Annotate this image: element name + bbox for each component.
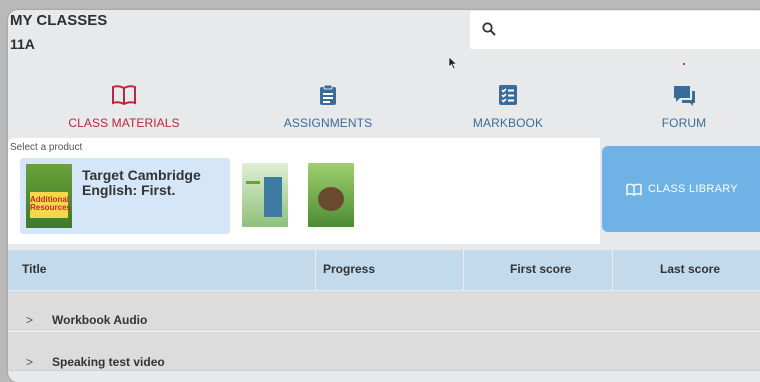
page-title: MY CLASSES bbox=[10, 12, 108, 29]
column-divider bbox=[463, 250, 464, 290]
tab-label: MARKBOOK bbox=[472, 116, 544, 130]
chevron-right-icon[interactable]: > bbox=[26, 355, 33, 369]
column-header-title[interactable]: Title bbox=[22, 262, 46, 276]
select-product-label: Select a product bbox=[10, 142, 83, 153]
chat-icon bbox=[674, 86, 695, 106]
class-name: 11A bbox=[10, 36, 35, 52]
notification-dot bbox=[683, 63, 685, 65]
cover-decoration bbox=[246, 181, 260, 184]
column-header-last-score[interactable]: Last score bbox=[660, 262, 720, 276]
product-name: Target Cambridge English: First. bbox=[82, 167, 201, 198]
cover-decoration bbox=[264, 177, 282, 217]
column-divider bbox=[315, 250, 316, 290]
table-header bbox=[8, 250, 760, 290]
column-divider bbox=[612, 250, 613, 290]
product-cover-image: Additional Resources bbox=[26, 164, 72, 228]
column-header-progress[interactable]: Progress bbox=[323, 262, 375, 276]
tab-markbook[interactable]: MARKBOOK bbox=[418, 82, 598, 130]
tab-class-materials[interactable]: CLASS MATERIALS bbox=[34, 82, 214, 130]
search-input[interactable] bbox=[470, 11, 760, 49]
tab-label: ASSIGNMENTS bbox=[283, 116, 373, 130]
clipboard-icon bbox=[320, 84, 336, 105]
row-title: Speaking test video bbox=[52, 355, 165, 369]
book-icon bbox=[626, 183, 642, 196]
product-cover-2[interactable] bbox=[242, 163, 288, 227]
row-title: Workbook Audio bbox=[52, 313, 148, 327]
column-header-first-score[interactable]: First score bbox=[510, 262, 571, 276]
class-library-button[interactable]: CLASS LIBRARY bbox=[602, 146, 760, 232]
class-library-label: CLASS LIBRARY bbox=[648, 183, 738, 195]
additional-resources-badge: Additional Resources bbox=[30, 192, 71, 218]
cover-decoration bbox=[318, 187, 344, 211]
book-icon bbox=[112, 85, 136, 106]
mouse-cursor-icon bbox=[448, 56, 458, 70]
chevron-right-icon[interactable]: > bbox=[26, 313, 33, 327]
tab-label: FORUM bbox=[661, 116, 707, 130]
checklist-icon bbox=[499, 85, 517, 105]
tab-label: CLASS MATERIALS bbox=[68, 116, 180, 130]
tab-forum[interactable]: FORUM bbox=[594, 82, 760, 130]
tab-assignments[interactable]: ASSIGNMENTS bbox=[238, 82, 418, 130]
search-icon bbox=[482, 22, 496, 36]
product-cover-3[interactable] bbox=[308, 163, 354, 227]
